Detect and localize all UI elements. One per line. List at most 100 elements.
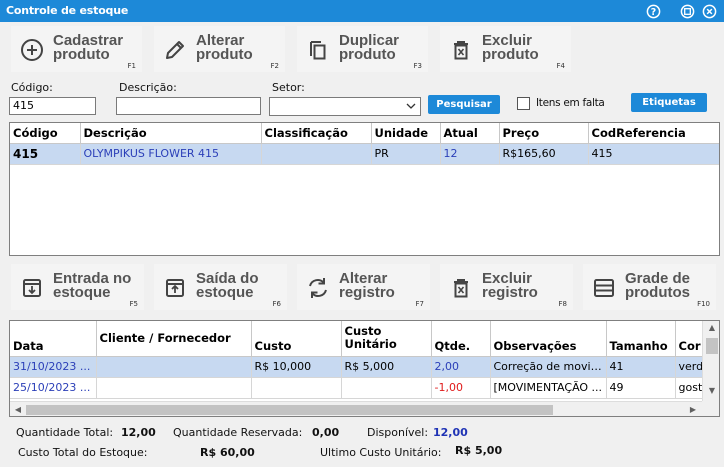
vertical-scrollbar[interactable]: ▲ ▼ — [702, 321, 719, 401]
horizontal-scroll-thumb[interactable] — [26, 405, 553, 415]
excluir-produto-label: Excluir produto — [482, 32, 539, 63]
cell-tamanho: 49 — [606, 377, 676, 399]
table-row[interactable]: 25/10/2023 ... -1,00 [MOVIMENTAÇÃO ... 4… — [10, 377, 719, 399]
cell-unidade: PR — [371, 143, 441, 165]
movements-table[interactable]: Data Cliente / Fornecedor Custo Custo Un… — [9, 320, 720, 417]
close-icon[interactable] — [701, 3, 717, 19]
col-cliente-fornecedor[interactable]: Cliente / Fornecedor — [96, 321, 252, 357]
cell-codreferencia: 415 — [588, 143, 719, 165]
duplicar-produto-label: Duplicar produto — [339, 32, 400, 63]
disponivel-label: Disponível: — [367, 426, 429, 439]
cell-classificacao — [261, 143, 372, 165]
cell-observacoes: [MOVIMENTAÇÃO ... — [490, 377, 607, 399]
shortcut-f6: F6 — [272, 300, 281, 308]
shortcut-f5: F5 — [129, 300, 138, 308]
alterar-produto-button[interactable]: Alterar produto F2 — [154, 26, 285, 72]
disponivel-value: 12,00 — [433, 426, 468, 439]
cell-atual: 12 — [440, 143, 500, 165]
custo-total-label: Custo Total do Estoque: — [18, 446, 148, 459]
movements-header-row: Data Cliente / Fornecedor Custo Custo Un… — [10, 321, 719, 357]
col-descricao[interactable]: Descrição — [80, 123, 262, 144]
col-tamanho[interactable]: Tamanho — [606, 321, 676, 357]
excluir-registro-button[interactable]: Excluir registro F8 — [440, 264, 573, 310]
duplicar-produto-button[interactable]: Duplicar produto F3 — [297, 26, 428, 72]
help-icon[interactable]: ? — [645, 3, 661, 19]
col-observacoes[interactable]: Observações — [490, 321, 607, 357]
horizontal-scrollbar[interactable]: ◀ ▶ — [10, 401, 702, 416]
shortcut-f7: F7 — [415, 300, 424, 308]
inbox-out-icon — [162, 275, 188, 301]
codigo-input[interactable]: 415 — [9, 97, 96, 115]
etiquetas-button[interactable]: Etiquetas — [631, 93, 707, 112]
quantidade-total-value: 12,00 — [121, 426, 156, 439]
cell-custo: R$ 10,000 — [251, 356, 342, 378]
cell-descricao: OLYMPIKUS FLOWER 415 — [80, 143, 262, 165]
col-classificacao[interactable]: Classificação — [261, 123, 372, 144]
itens-em-falta-checkbox[interactable] — [517, 97, 530, 110]
col-custo[interactable]: Custo — [251, 321, 342, 357]
alterar-produto-label: Alterar produto — [196, 32, 253, 63]
copy-icon — [305, 37, 331, 63]
shortcut-f1: F1 — [127, 62, 136, 70]
shortcut-f8: F8 — [558, 300, 567, 308]
entrada-estoque-label: Entrada no estoque — [53, 270, 132, 301]
alterar-registro-button[interactable]: Alterar registro F7 — [297, 264, 430, 310]
cell-custo-unitario — [341, 377, 432, 399]
scroll-left-icon[interactable]: ◀ — [11, 403, 25, 416]
grid-icon — [591, 275, 617, 301]
cell-qtde: 2,00 — [431, 356, 491, 378]
scroll-up-icon[interactable]: ▲ — [705, 321, 719, 335]
cadastrar-produto-button[interactable]: Cadastrar produto F1 — [11, 26, 142, 72]
inbox-in-icon — [19, 275, 45, 301]
excluir-registro-label: Excluir registro — [482, 270, 538, 301]
cell-data: 31/10/2023 ... — [10, 356, 97, 378]
trash-icon — [448, 37, 474, 63]
codigo-label: Código: — [11, 81, 53, 94]
table-row[interactable]: 415 OLYMPIKUS FLOWER 415 PR 12 R$165,60 … — [10, 143, 719, 165]
custo-total-value: R$ 60,00 — [200, 446, 255, 459]
cell-custo-unitario: R$ 5,000 — [341, 356, 432, 378]
descricao-label: Descrição: — [119, 81, 177, 94]
scroll-down-icon[interactable]: ▼ — [705, 384, 719, 398]
ultimo-custo-value: R$ 5,00 — [455, 444, 503, 457]
col-custo-unitario[interactable]: Custo Unitário — [341, 321, 432, 357]
scroll-right-icon[interactable]: ▶ — [686, 403, 700, 416]
col-data[interactable]: Data — [10, 321, 97, 357]
col-atual[interactable]: Atual — [440, 123, 500, 144]
quantidade-reservada-label: Quantidade Reservada: — [173, 426, 303, 439]
maximize-icon[interactable] — [679, 3, 695, 19]
shortcut-f10: F10 — [697, 300, 710, 308]
vertical-scroll-thumb[interactable] — [706, 338, 718, 354]
trash-icon — [448, 275, 474, 301]
descricao-input[interactable] — [116, 97, 261, 115]
excluir-produto-button[interactable]: Excluir produto F4 — [440, 26, 571, 72]
col-preco[interactable]: Preço — [499, 123, 589, 144]
table-row[interactable]: 31/10/2023 ... R$ 10,000 R$ 5,000 2,00 C… — [10, 356, 719, 378]
shortcut-f2: F2 — [270, 62, 279, 70]
col-qtde[interactable]: Qtde. — [431, 321, 491, 357]
saida-estoque-label: Saída do estoque — [196, 270, 259, 301]
itens-em-falta-label: Itens em falta — [536, 97, 605, 109]
grade-produtos-label: Grade de produtos — [625, 270, 691, 301]
saida-estoque-button[interactable]: Saída do estoque F6 — [154, 264, 287, 310]
products-table[interactable]: Código Descrição Classificação Unidade A… — [9, 122, 720, 256]
grade-produtos-button[interactable]: Grade de produtos F10 — [583, 264, 716, 310]
cell-custo — [251, 377, 342, 399]
entrada-estoque-button[interactable]: Entrada no estoque F5 — [11, 264, 144, 310]
svg-text:?: ? — [650, 6, 655, 17]
shortcut-f3: F3 — [413, 62, 422, 70]
cell-codigo: 415 — [10, 143, 81, 165]
col-unidade[interactable]: Unidade — [371, 123, 441, 144]
cell-tamanho: 41 — [606, 356, 676, 378]
cell-qtde: -1,00 — [431, 377, 491, 399]
setor-select[interactable] — [269, 97, 421, 116]
cell-cliente — [96, 377, 252, 399]
cell-data: 25/10/2023 ... — [10, 377, 97, 399]
pesquisar-button[interactable]: Pesquisar — [428, 95, 500, 114]
products-header-row: Código Descrição Classificação Unidade A… — [10, 123, 719, 144]
chevron-down-icon — [405, 100, 417, 112]
col-codigo[interactable]: Código — [10, 123, 81, 144]
col-codreferencia[interactable]: CodReferencia — [588, 123, 719, 144]
scrollbar-corner — [702, 401, 719, 416]
shortcut-f4: F4 — [556, 62, 565, 70]
